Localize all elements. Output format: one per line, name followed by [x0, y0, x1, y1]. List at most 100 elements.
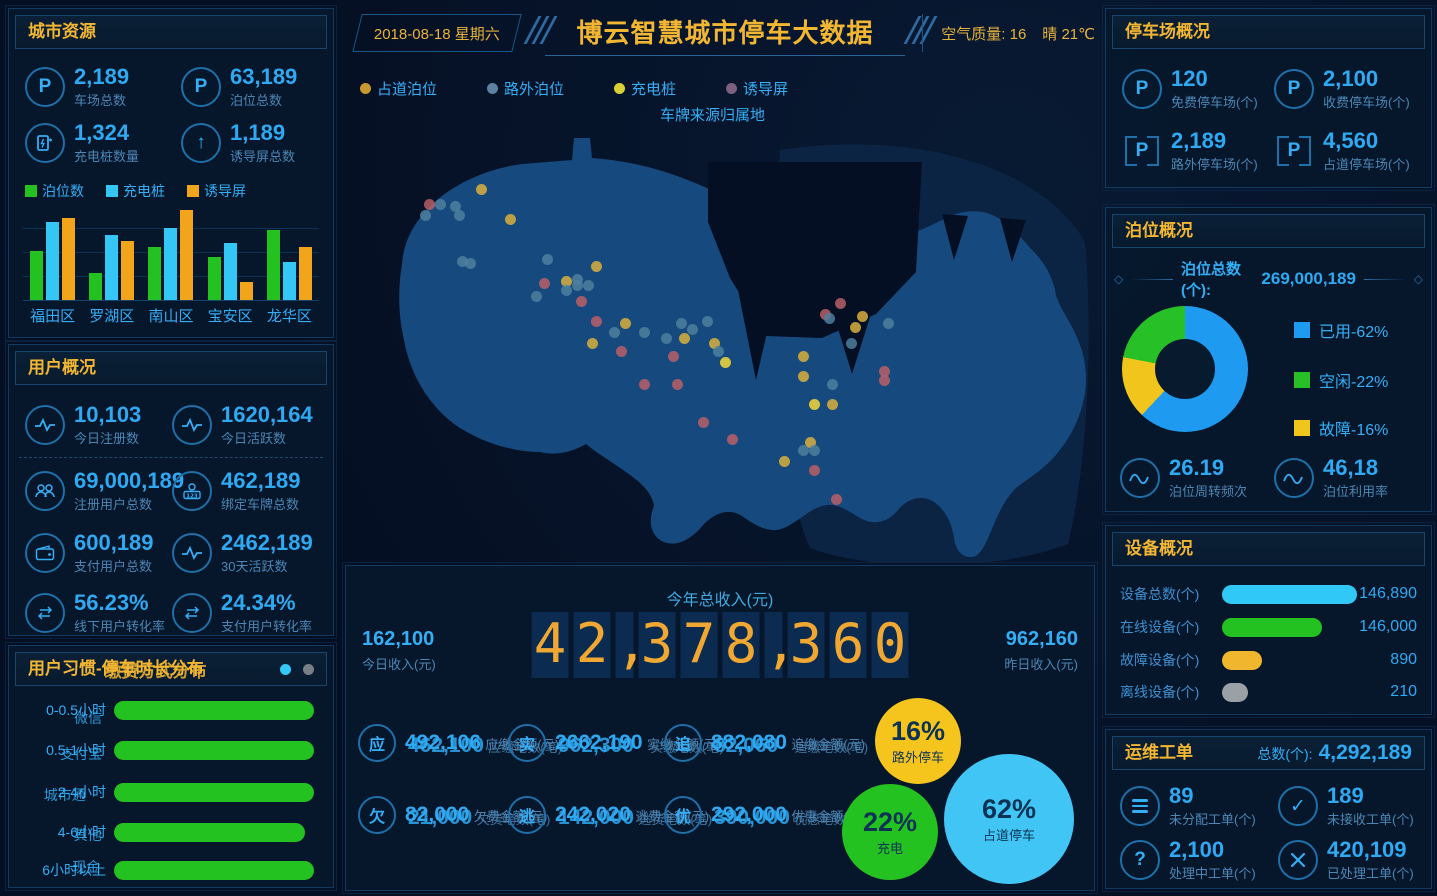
map-poi-dot[interactable] [661, 333, 672, 344]
map-poi-dot[interactable] [583, 280, 594, 291]
map-poi-dot[interactable] [824, 313, 835, 324]
bar[interactable] [267, 230, 280, 300]
map-poi-dot[interactable] [476, 184, 487, 195]
map-poi-dot[interactable] [435, 199, 446, 210]
donut-legend-used[interactable]: 已用-62% [1294, 318, 1388, 342]
bar[interactable] [180, 210, 193, 300]
map-poi-dot[interactable] [727, 434, 738, 445]
bar[interactable] [148, 247, 161, 300]
map-poi-dot[interactable] [827, 399, 838, 410]
map-poi-dot[interactable] [883, 318, 894, 329]
donut-legend-fault[interactable]: 故障-16% [1294, 416, 1388, 440]
habit-bar[interactable] [114, 741, 314, 760]
legend-guide-screen[interactable]: 诱导屏 [726, 78, 788, 99]
map-poi-dot[interactable] [572, 280, 583, 291]
map-poi-dot[interactable] [798, 351, 809, 362]
habit-bar[interactable] [114, 861, 314, 880]
map-poi-dot[interactable] [879, 375, 890, 386]
map-poi-dot[interactable] [713, 346, 724, 357]
map-poi-dot[interactable] [465, 258, 476, 269]
habit-bar[interactable] [114, 783, 314, 802]
map-poi-dot[interactable] [591, 316, 602, 327]
map-poi-dot[interactable] [576, 296, 587, 307]
bar[interactable] [283, 262, 296, 300]
map-poi-dot[interactable] [668, 351, 679, 362]
map-poi-dot[interactable] [835, 298, 846, 309]
map-poi-dot[interactable] [779, 456, 790, 467]
map-poi-dot[interactable] [857, 311, 868, 322]
bubble-roadside[interactable]: 62% 占道停车 [944, 754, 1074, 884]
map-poi-dot[interactable] [831, 494, 842, 505]
habit-bar[interactable] [114, 823, 305, 842]
bar[interactable] [224, 243, 237, 300]
map-poi-dot[interactable] [539, 278, 550, 289]
legend-charger[interactable]: 充电桩 [614, 78, 676, 99]
map-poi-dot[interactable] [809, 445, 820, 456]
legend-item-charger[interactable]: 充电桩 [106, 181, 165, 201]
map-poi-dot[interactable] [798, 445, 809, 456]
map-poi-dot[interactable] [720, 357, 731, 368]
map-poi-dot[interactable] [827, 379, 838, 390]
map-poi-dot[interactable] [702, 316, 713, 327]
map-poi-dot[interactable] [687, 324, 698, 335]
device-bar[interactable] [1222, 585, 1357, 604]
device-bar[interactable] [1222, 618, 1322, 637]
bar[interactable] [164, 228, 177, 300]
map-poi-dot[interactable] [616, 346, 627, 357]
map-poi-dot[interactable] [850, 322, 861, 333]
map-poi-dot[interactable] [639, 327, 650, 338]
legend-roadside-berth[interactable]: 占道泊位 [360, 78, 437, 99]
carousel-dot-active[interactable] [280, 664, 291, 675]
map-poi-dot[interactable] [679, 333, 690, 344]
device-bar[interactable] [1222, 683, 1248, 702]
bar[interactable] [89, 273, 102, 300]
bar[interactable] [121, 241, 134, 300]
map-poi-dot[interactable] [424, 199, 435, 210]
map-poi-dot[interactable] [591, 261, 602, 272]
map-poi-dot[interactable] [672, 379, 683, 390]
district-bar-chart [23, 205, 319, 301]
legend-item-berth[interactable]: 泊位数 [25, 181, 84, 201]
map-poi-dot[interactable] [505, 214, 516, 225]
bracket-parking-icon: P [1122, 131, 1162, 171]
tools-icon [1278, 840, 1318, 880]
map-poi-dot[interactable] [454, 210, 465, 221]
carousel-dot[interactable] [303, 664, 314, 675]
map-poi-dot[interactable] [531, 291, 542, 302]
stat-processed: 420,109已处理工单(个) [1278, 838, 1414, 882]
bar[interactable] [30, 251, 43, 300]
map-poi-dot[interactable] [561, 285, 572, 296]
map-poi-dot[interactable] [809, 399, 820, 410]
map-poi-dot[interactable] [809, 465, 820, 476]
list-icon [1120, 786, 1160, 826]
city-map[interactable] [350, 122, 1090, 562]
habit-bar[interactable] [114, 701, 314, 720]
donut-legend-free[interactable]: 空闲-22% [1294, 368, 1388, 392]
map-poi-dot[interactable] [420, 210, 431, 221]
stat-parking-total: P 2,189 车场总数 [25, 65, 129, 109]
bar[interactable] [208, 257, 221, 300]
stat-label: 车场总数 [74, 90, 129, 109]
bubble-offroad[interactable]: 16% 路外停车 [875, 698, 961, 784]
stat-paying-users: 600,189支付用户总数 [25, 531, 154, 575]
bar[interactable] [105, 235, 118, 300]
map-poi-dot[interactable] [698, 417, 709, 428]
legend-offroad-berth[interactable]: 路外泊位 [487, 78, 564, 99]
legend-item-screen[interactable]: 诱导屏 [187, 181, 246, 201]
bar[interactable] [62, 218, 75, 300]
device-bar[interactable] [1222, 651, 1262, 670]
map-poi-dot[interactable] [639, 379, 650, 390]
berth-donut-chart[interactable] [1122, 306, 1248, 432]
bar[interactable] [299, 247, 312, 300]
map-poi-dot[interactable] [620, 318, 631, 329]
map-poi-dot[interactable] [676, 318, 687, 329]
bar[interactable] [46, 222, 59, 300]
bar[interactable] [240, 282, 253, 300]
bubble-charging[interactable]: 22% 充电 [842, 784, 938, 880]
stat-bound-plates: 123 462,189绑定车牌总数 [172, 469, 301, 513]
map-poi-dot[interactable] [798, 371, 809, 382]
map-poi-dot[interactable] [609, 327, 620, 338]
map-poi-dot[interactable] [587, 338, 598, 349]
map-poi-dot[interactable] [542, 254, 553, 265]
map-poi-dot[interactable] [846, 338, 857, 349]
